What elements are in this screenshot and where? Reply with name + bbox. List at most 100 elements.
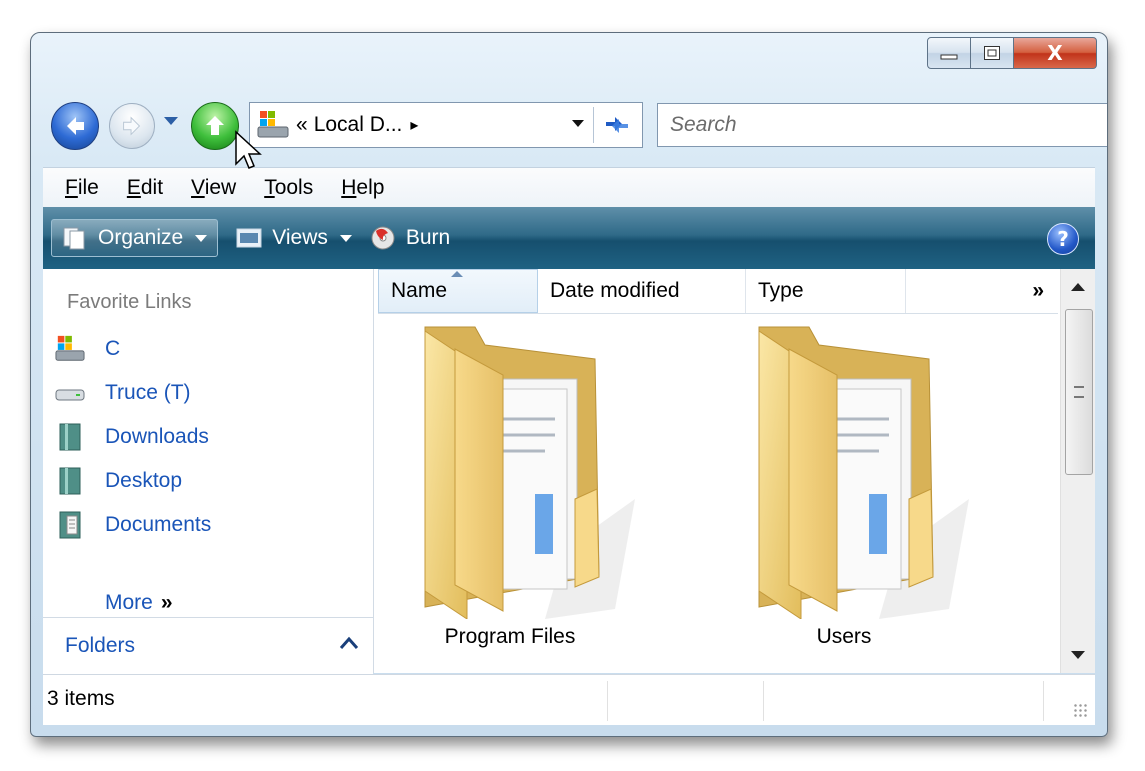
- organize-button[interactable]: Organize: [51, 219, 219, 257]
- column-header-name[interactable]: Name: [378, 269, 538, 313]
- back-button[interactable]: [51, 102, 99, 150]
- mouse-cursor-icon: [235, 130, 262, 169]
- refresh-icon: [606, 117, 628, 133]
- organize-label: Organize: [98, 226, 184, 249]
- status-divider: [1043, 681, 1044, 721]
- menu-file-label: ile: [77, 176, 99, 199]
- menu-tools-label: ools: [274, 176, 314, 199]
- views-label: Views: [272, 226, 328, 249]
- folder-desktop-icon: [53, 465, 87, 497]
- maximize-icon: [984, 46, 1000, 60]
- help-icon: ?: [1057, 227, 1069, 251]
- menu-tools[interactable]: Tools: [264, 176, 313, 200]
- close-icon: X: [1047, 41, 1063, 65]
- search-box[interactable]: Search: [657, 103, 1107, 147]
- menu-help-mnemonic: H: [341, 176, 357, 199]
- favorite-link-label: Downloads: [105, 425, 209, 448]
- refresh-button[interactable]: [600, 109, 634, 141]
- vertical-scrollbar[interactable]: [1060, 269, 1095, 673]
- burn-button[interactable]: Burn: [370, 225, 450, 251]
- burn-disc-icon: [370, 225, 396, 251]
- folders-label: Folders: [65, 634, 136, 657]
- favorite-link-documents[interactable]: Documents: [53, 509, 211, 541]
- folder-icon: [424, 326, 635, 620]
- address-divider: [593, 107, 594, 143]
- favorite-link-label: C: [105, 337, 121, 360]
- resize-grip-icon[interactable]: [1073, 703, 1089, 719]
- favorite-link-downloads[interactable]: Downloads: [53, 421, 209, 453]
- column-label: Name: [391, 279, 448, 302]
- views-button[interactable]: Views: [236, 226, 352, 250]
- maximize-button[interactable]: [971, 37, 1014, 69]
- forward-arrow-icon: [123, 116, 141, 136]
- column-header-type[interactable]: Type: [746, 269, 906, 313]
- favorite-link-desktop[interactable]: Desktop: [53, 465, 182, 497]
- column-overflow-button[interactable]: »: [906, 269, 1058, 313]
- organize-dropdown-icon: [195, 234, 208, 242]
- minimize-button[interactable]: [927, 37, 971, 69]
- folder-icon: [758, 326, 969, 620]
- column-header-date-modified[interactable]: Date modified: [538, 269, 746, 313]
- column-headers: Name Date modified Type »: [378, 269, 1058, 314]
- menu-file[interactable]: File: [65, 176, 99, 200]
- menu-view-label: iew: [204, 176, 237, 199]
- menu-edit-label: dit: [140, 176, 164, 199]
- navigation-pane: Favorite Links C Truce (T) Downloads Des…: [43, 269, 374, 674]
- scroll-grip-icon: [1074, 386, 1084, 398]
- item-count: 3 items: [47, 687, 115, 710]
- favorite-link-c[interactable]: C: [53, 333, 120, 365]
- favorite-link-truce[interactable]: Truce (T): [53, 377, 191, 409]
- menu-edit-mnemonic: E: [126, 176, 141, 199]
- explorer-window: X « Local D... ▸ Search File Edit View T…: [30, 32, 1108, 737]
- address-bar[interactable]: « Local D... ▸: [249, 102, 643, 148]
- hard-drive-icon: [53, 377, 87, 409]
- scroll-up-icon[interactable]: [1071, 283, 1085, 291]
- drive-c-icon: [53, 333, 87, 365]
- menu-view-mnemonic: V: [191, 176, 205, 199]
- address-breadcrumb-prefix[interactable]: «: [296, 113, 308, 137]
- more-links-button[interactable]: More »: [105, 591, 173, 615]
- more-label: More: [105, 591, 153, 614]
- folders-toggle[interactable]: Folders: [43, 617, 373, 674]
- forward-button[interactable]: [109, 103, 155, 149]
- folder-item-label: Users: [816, 625, 872, 648]
- address-path[interactable]: Local D...: [314, 113, 403, 137]
- folder-item-users[interactable]: Users: [714, 319, 974, 649]
- favorite-links-heading: Favorite Links: [67, 291, 192, 313]
- up-button[interactable]: [191, 102, 239, 150]
- column-label: Date modified: [550, 279, 680, 302]
- recent-pages-dropdown[interactable]: [164, 117, 178, 125]
- scroll-down-icon[interactable]: [1071, 651, 1085, 659]
- menu-file-mnemonic: F: [65, 176, 78, 199]
- menu-help-label: elp: [356, 176, 385, 199]
- folder-item-program-files[interactable]: Program Files: [380, 319, 640, 649]
- burn-label: Burn: [405, 226, 451, 249]
- organize-icon: [62, 226, 88, 250]
- menu-bar: File Edit View Tools Help: [43, 167, 1095, 208]
- menu-tools-mnemonic: T: [264, 176, 275, 199]
- column-label: Type: [758, 279, 804, 302]
- address-separator-icon[interactable]: ▸: [410, 115, 418, 135]
- help-button[interactable]: ?: [1047, 223, 1079, 255]
- folder-item-label: Program Files: [444, 625, 576, 648]
- address-dropdown-icon[interactable]: [572, 120, 584, 127]
- favorite-link-label: Desktop: [105, 469, 183, 492]
- folder-downloads-icon: [53, 421, 87, 453]
- menu-view[interactable]: View: [191, 176, 236, 200]
- sort-ascending-icon: [451, 271, 463, 277]
- minimize-icon: [940, 54, 958, 60]
- up-arrow-icon: [206, 116, 224, 135]
- chevron-up-icon: [339, 636, 359, 649]
- back-arrow-icon: [67, 117, 84, 135]
- scroll-thumb[interactable]: [1065, 309, 1093, 475]
- search-input[interactable]: Search: [670, 113, 737, 137]
- caption-buttons: X: [927, 37, 1097, 69]
- column-overflow-icon: »: [1032, 279, 1044, 302]
- menu-help[interactable]: Help: [341, 176, 384, 200]
- close-button[interactable]: X: [1014, 37, 1097, 69]
- file-list-pane: Name Date modified Type » Program Files …: [374, 269, 1095, 673]
- status-divider: [763, 681, 764, 721]
- menu-edit[interactable]: Edit: [127, 176, 163, 200]
- command-bar: Organize Views Burn ?: [43, 207, 1095, 269]
- favorite-link-label: Documents: [105, 513, 212, 536]
